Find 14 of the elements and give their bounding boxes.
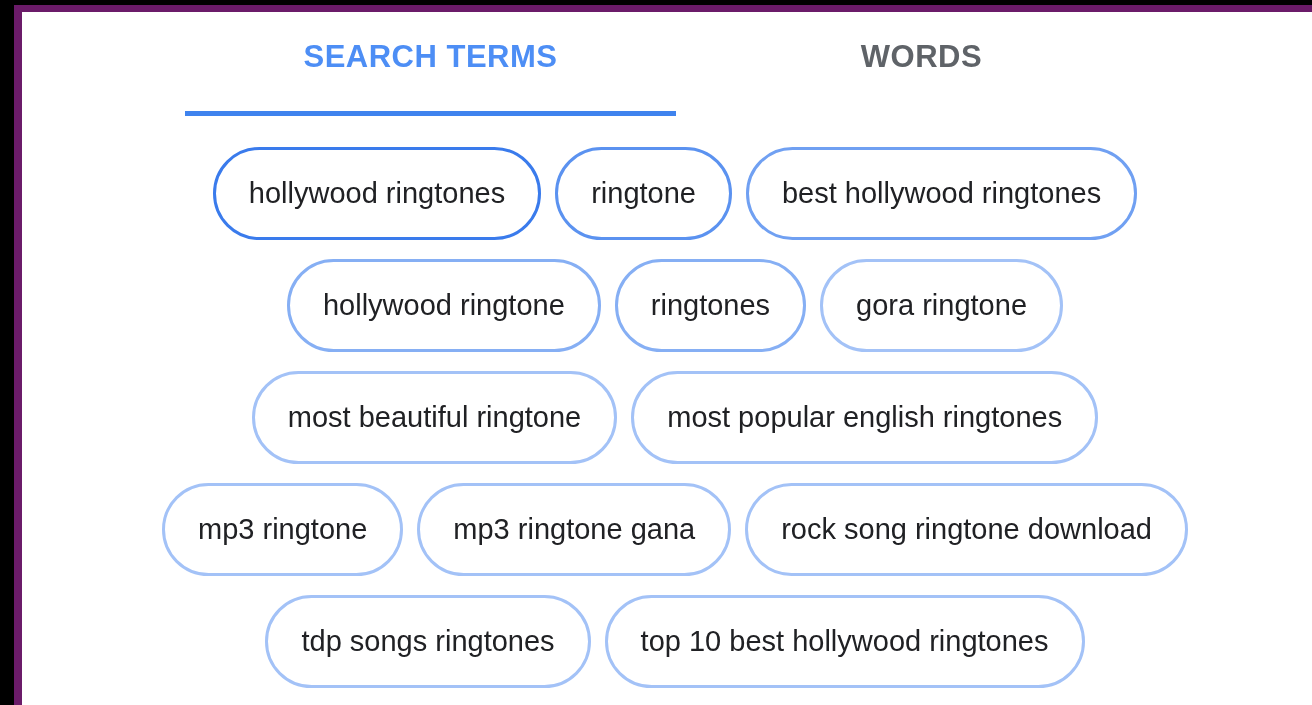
search-term-chip[interactable]: gora ringtone: [820, 259, 1063, 352]
search-term-chip[interactable]: ringtone: [555, 147, 732, 240]
search-term-chip[interactable]: rock song ringtone download: [745, 483, 1188, 576]
search-term-chip[interactable]: mp3 ringtone: [162, 483, 404, 576]
search-term-chip[interactable]: tdp songs ringtones: [265, 595, 591, 688]
search-term-chip[interactable]: best hollywood ringtones: [745, 147, 1138, 240]
search-term-chip[interactable]: most popular english ringtones: [631, 371, 1099, 464]
search-term-chip[interactable]: mp3 ringtone gana: [417, 483, 732, 576]
search-term-chip[interactable]: top 10 best hollywood ringtones: [604, 595, 1085, 688]
search-term-chip[interactable]: ringtones: [614, 259, 807, 352]
search-term-chip[interactable]: hollywood ringtones: [212, 147, 542, 240]
search-term-chip[interactable]: hollywood ringtone: [286, 259, 601, 352]
tab[interactable]: WORDS: [676, 12, 1167, 116]
search-term-chip[interactable]: most beautiful ringtone: [251, 371, 618, 464]
